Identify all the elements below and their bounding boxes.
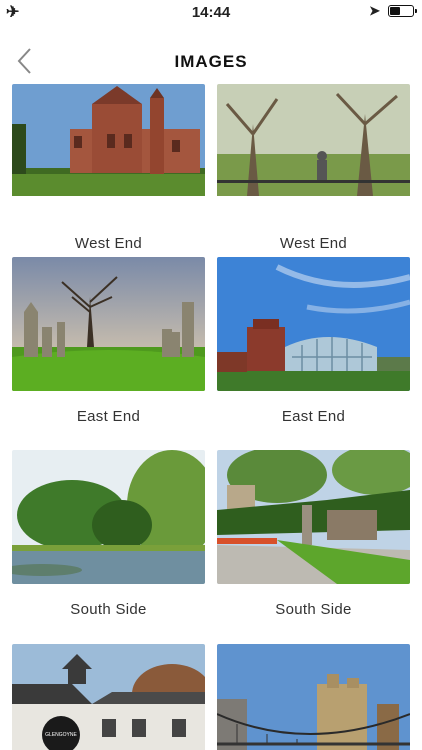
image-label: West End (74, 235, 143, 252)
image-card-west-end-1[interactable]: West End (12, 84, 205, 252)
image-label: West End (279, 235, 348, 252)
photo-peoples-palace[interactable] (217, 257, 410, 391)
navigation-bar: IMAGES (0, 40, 422, 84)
image-grid: West End West End East End East End Sout… (0, 84, 422, 750)
photo-garden-path[interactable] (217, 450, 410, 584)
photo-suspension-bridge[interactable] (217, 644, 410, 750)
image-card-south-side-2[interactable]: South Side (217, 450, 410, 618)
image-label: South Side (275, 601, 352, 618)
photo-park-statue[interactable] (217, 84, 410, 218)
photo-pond[interactable] (12, 450, 205, 584)
image-label: East End (281, 408, 346, 425)
photo-museum[interactable] (12, 84, 205, 218)
image-card-7[interactable]: GLENGOYNE (12, 644, 205, 750)
location-arrow-icon: ➤ (369, 3, 380, 18)
image-card-8[interactable] (217, 644, 410, 750)
status-time: 14:44 (191, 4, 231, 21)
image-card-east-end-2[interactable]: East End (217, 257, 410, 425)
image-card-west-end-2[interactable]: West End (217, 84, 410, 252)
image-card-east-end-1[interactable]: East End (12, 257, 205, 425)
page-title: IMAGES (174, 52, 248, 71)
battery-icon (388, 5, 417, 17)
distillery-sign: GLENGOYNE (42, 716, 80, 750)
status-bar: ✈ 14:44 ➤ (0, 0, 422, 24)
image-card-south-side-1[interactable]: South Side (12, 450, 205, 618)
image-label: East End (76, 408, 141, 425)
photo-necropolis[interactable] (12, 257, 205, 391)
photo-distillery[interactable]: GLENGOYNE (12, 644, 205, 750)
image-label: South Side (70, 601, 147, 618)
